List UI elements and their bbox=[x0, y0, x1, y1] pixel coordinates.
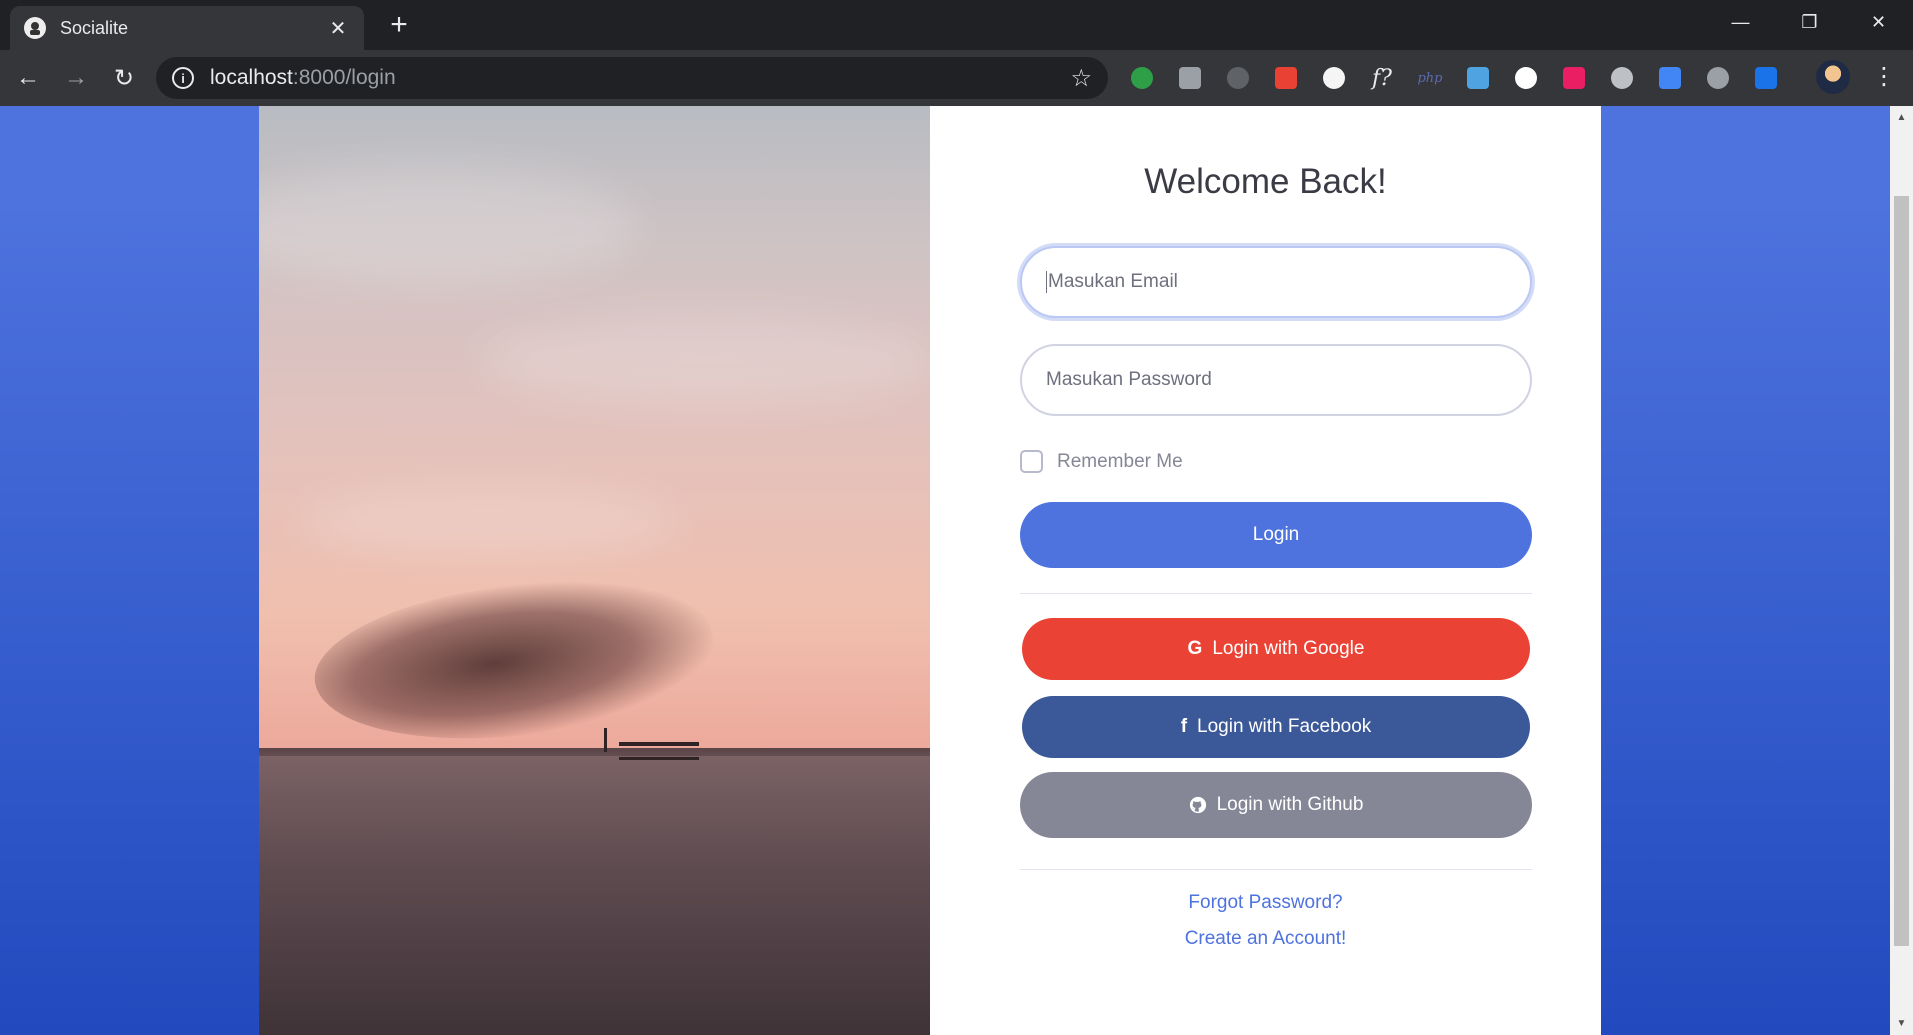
diamond-extension-icon[interactable] bbox=[1748, 60, 1784, 96]
notepad-extension-icon[interactable] bbox=[1316, 60, 1352, 96]
email-field[interactable]: Masukan Email bbox=[1020, 246, 1532, 318]
tab-title: Socialite bbox=[60, 17, 129, 38]
email-placeholder: Masukan Email bbox=[1048, 271, 1178, 292]
scroll-down-arrow-icon[interactable]: ▼ bbox=[1896, 1018, 1907, 1029]
restore-button[interactable]: ❐ bbox=[1775, 0, 1844, 44]
address-bar[interactable]: i localhost:8000/login ☆ bbox=[156, 57, 1108, 99]
pier-shape bbox=[619, 742, 699, 760]
socialite-favicon-icon bbox=[24, 17, 46, 39]
page-viewport: Welcome Back! Masukan Email Masukan Pass… bbox=[0, 106, 1890, 1035]
browser-menu-icon[interactable]: ⋮ bbox=[1872, 62, 1896, 91]
sunset-murmuration-image bbox=[259, 106, 930, 1035]
github-icon bbox=[1189, 796, 1207, 814]
create-account-link[interactable]: Create an Account! bbox=[930, 928, 1601, 950]
login-facebook-button[interactable]: f Login with Facebook bbox=[1022, 696, 1530, 758]
page-title: Welcome Back! bbox=[1144, 162, 1387, 201]
forward-button[interactable]: → bbox=[52, 54, 100, 102]
scrollbar-thumb[interactable] bbox=[1894, 196, 1909, 946]
remember-me-label: Remember Me bbox=[1057, 450, 1183, 472]
ring-extension-icon[interactable] bbox=[1556, 60, 1592, 96]
google-icon: G bbox=[1187, 638, 1203, 659]
close-window-button[interactable]: ✕ bbox=[1844, 0, 1913, 44]
login-card: Welcome Back! Masukan Email Masukan Pass… bbox=[259, 106, 1601, 1035]
globe-extension-icon[interactable] bbox=[1460, 60, 1496, 96]
url-path: :8000/login bbox=[292, 66, 396, 89]
new-tab-button[interactable]: + bbox=[384, 10, 414, 40]
vertical-scrollbar[interactable]: ▲ ▼ bbox=[1890, 106, 1913, 1035]
color-wheel-extension-icon[interactable] bbox=[1124, 60, 1160, 96]
bookmark-star-icon[interactable]: ☆ bbox=[1070, 64, 1092, 93]
cloud-shape bbox=[259, 166, 639, 286]
login-google-label: Login with Google bbox=[1212, 638, 1365, 659]
profile-avatar[interactable] bbox=[1816, 60, 1850, 94]
text-caret bbox=[1046, 271, 1047, 293]
login-facebook-label: Login with Facebook bbox=[1197, 716, 1372, 737]
window-controls: — ❐ ✕ bbox=[1706, 0, 1913, 44]
cloud-shape bbox=[299, 486, 679, 556]
password-placeholder: Masukan Password bbox=[1046, 369, 1212, 390]
divider bbox=[1020, 593, 1532, 594]
sea-shape bbox=[259, 756, 930, 1035]
login-button-label: Login bbox=[1252, 524, 1300, 545]
pier-post-shape bbox=[604, 728, 607, 752]
copy-extension-icon[interactable] bbox=[1700, 60, 1736, 96]
site-info-icon[interactable]: i bbox=[172, 67, 194, 89]
translate-extension-icon[interactable] bbox=[1652, 60, 1688, 96]
divider bbox=[1020, 869, 1532, 870]
browser-tab[interactable]: Socialite ✕ bbox=[10, 6, 364, 50]
remember-me-checkbox[interactable] bbox=[1020, 450, 1043, 473]
gear-extension-icon[interactable] bbox=[1172, 60, 1208, 96]
scroll-up-arrow-icon[interactable]: ▲ bbox=[1896, 112, 1907, 123]
reload-button[interactable]: ↻ bbox=[100, 54, 148, 102]
minimize-button[interactable]: — bbox=[1706, 0, 1775, 44]
drop-extension-icon[interactable] bbox=[1508, 60, 1544, 96]
login-google-button[interactable]: G Login with Google bbox=[1022, 618, 1530, 680]
tab-close-icon[interactable]: ✕ bbox=[326, 16, 350, 41]
camera-extension-icon[interactable] bbox=[1604, 60, 1640, 96]
remember-me[interactable]: Remember Me bbox=[1020, 450, 1183, 473]
forgot-password-link[interactable]: Forgot Password? bbox=[930, 892, 1601, 914]
crosshair-extension-icon[interactable] bbox=[1220, 60, 1256, 96]
login-github-label: Login with Github bbox=[1216, 794, 1364, 815]
login-button[interactable]: Login bbox=[1020, 502, 1532, 568]
browser-toolbar: ← → ↻ i localhost:8000/login ☆ f? php ⋮ bbox=[0, 50, 1913, 106]
cloud-shape bbox=[479, 316, 930, 406]
font-extension-icon[interactable]: f? bbox=[1364, 60, 1400, 96]
login-github-button[interactable]: Login with Github bbox=[1020, 772, 1532, 838]
bird-flock-shape bbox=[305, 558, 723, 764]
url-host: localhost bbox=[210, 66, 293, 89]
php-extension-icon[interactable]: php bbox=[1412, 60, 1448, 96]
login-form: Welcome Back! Masukan Email Masukan Pass… bbox=[930, 106, 1601, 1035]
facebook-icon: f bbox=[1180, 716, 1188, 737]
password-field[interactable]: Masukan Password bbox=[1020, 344, 1532, 416]
extensions-bar: f? php bbox=[1124, 60, 1796, 96]
palette-extension-icon[interactable] bbox=[1268, 60, 1304, 96]
back-button[interactable]: ← bbox=[4, 54, 52, 102]
browser-tabstrip: Socialite ✕ + — ❐ ✕ bbox=[0, 0, 1913, 50]
